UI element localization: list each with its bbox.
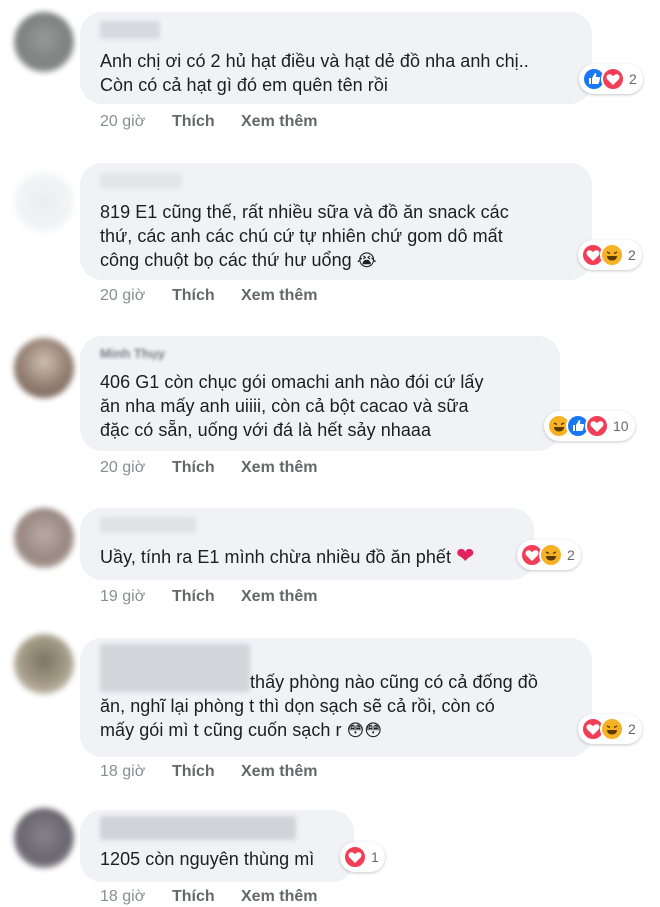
comment-text: Anh chị ơi có 2 hủ hạt điều và hạt dẻ đồ… (100, 51, 529, 95)
like-button[interactable]: Thích (172, 888, 241, 906)
reaction-summary[interactable]: 10 (544, 411, 635, 441)
comment-actions: 19 giờ Thích Xem thêm (100, 588, 317, 606)
comment-actions: 18 giờ Thích Xem thêm (100, 888, 317, 906)
timestamp[interactable]: 19 giờ (100, 588, 172, 606)
commenter-name[interactable] (100, 173, 182, 189)
reaction-count: 10 (613, 418, 629, 434)
reaction-summary[interactable]: 2 (579, 64, 643, 94)
timestamp[interactable]: 20 giờ (100, 113, 172, 131)
reaction-summary[interactable]: 2 (578, 240, 642, 270)
reaction-summary[interactable]: 2 (578, 714, 642, 744)
commenter-name[interactable]: Minh Thụy (100, 346, 165, 361)
haha-reaction-icon (600, 717, 624, 741)
commenter-name[interactable] (100, 816, 296, 840)
flushed-emoji-icon: 😳😳 (346, 721, 383, 741)
like-button[interactable]: Thích (172, 459, 241, 477)
haha-reaction-icon (600, 243, 624, 267)
comment: 819 E1 cũng thế, rất nhiều sữa và đồ ăn … (0, 160, 660, 310)
timestamp[interactable]: 20 giờ (100, 287, 172, 305)
comment-text: thấy phòng nào cũng có cả đống đồ ăn, ng… (100, 672, 538, 741)
see-more-button[interactable]: Xem thêm (241, 763, 317, 781)
haha-reaction-icon (539, 543, 563, 567)
comment-actions: 20 giờ Thích Xem thêm (100, 459, 317, 477)
comment-text: 819 E1 cũng thế, rất nhiều sữa và đồ ăn … (100, 202, 509, 271)
commenter-name[interactable] (100, 21, 160, 39)
see-more-button[interactable]: Xem thêm (241, 588, 317, 606)
reaction-count: 1 (371, 849, 379, 865)
like-button[interactable]: Thích (172, 588, 241, 606)
comment-bubble: thấy phòng nào cũng có cả đống đồ ăn, ng… (80, 638, 592, 757)
comment: thấy phòng nào cũng có cả đống đồ ăn, ng… (0, 628, 660, 788)
avatar[interactable] (14, 172, 74, 232)
avatar[interactable] (14, 12, 74, 72)
comment-text: Uầy, tính ra E1 mình chừa nhiều đồ ăn ph… (100, 544, 475, 569)
heart-emoji-icon: ❤ (456, 544, 475, 569)
comment: Uầy, tính ra E1 mình chừa nhiều đồ ăn ph… (0, 500, 660, 620)
comment-actions: 18 giờ Thích Xem thêm (100, 763, 317, 781)
see-more-button[interactable]: Xem thêm (241, 287, 317, 305)
comment-text: 1205 còn nguyên thùng mì (100, 849, 315, 869)
comment-bubble: Uầy, tính ra E1 mình chừa nhiều đồ ăn ph… (80, 508, 534, 580)
like-button[interactable]: Thích (172, 113, 241, 131)
love-reaction-icon (601, 67, 625, 91)
timestamp[interactable]: 18 giờ (100, 888, 172, 906)
comment-text: 406 G1 còn chục gói omachi anh nào đói c… (100, 372, 484, 440)
reaction-count: 2 (628, 721, 636, 737)
comment-actions: 20 giờ Thích Xem thêm (100, 287, 317, 305)
like-button[interactable]: Thích (172, 763, 241, 781)
avatar[interactable] (14, 338, 74, 398)
comment: Minh Thụy 406 G1 còn chục gói omachi anh… (0, 330, 660, 480)
like-button[interactable]: Thích (172, 287, 241, 305)
see-more-button[interactable]: Xem thêm (241, 459, 317, 477)
love-reaction-icon (343, 845, 367, 869)
comment-bubble: 819 E1 cũng thế, rất nhiều sữa và đồ ăn … (80, 163, 592, 280)
timestamp[interactable]: 18 giờ (100, 763, 172, 781)
avatar[interactable] (14, 808, 74, 868)
reaction-count: 2 (629, 71, 637, 87)
comment-bubble: 1205 còn nguyên thùng mì (80, 810, 354, 882)
reaction-count: 2 (567, 547, 575, 563)
crying-emoji-icon: 😭 (356, 251, 377, 271)
avatar[interactable] (14, 508, 74, 568)
comment-bubble: Minh Thụy 406 G1 còn chục gói omachi anh… (80, 336, 560, 451)
commenter-name[interactable] (100, 517, 196, 533)
comment: Anh chị ơi có 2 hủ hạt điều và hạt dẻ đồ… (0, 0, 660, 140)
avatar[interactable] (14, 634, 74, 694)
comment: 1205 còn nguyên thùng mì 1 18 giờ Thích … (0, 800, 660, 907)
reaction-summary[interactable]: 1 (340, 842, 385, 872)
love-reaction-icon (585, 414, 609, 438)
see-more-button[interactable]: Xem thêm (241, 888, 317, 906)
comment-bubble: Anh chị ơi có 2 hủ hạt điều và hạt dẻ đồ… (80, 12, 592, 104)
reaction-count: 2 (628, 247, 636, 263)
see-more-button[interactable]: Xem thêm (241, 113, 317, 131)
comment-actions: 20 giờ Thích Xem thêm (100, 113, 317, 131)
reaction-summary[interactable]: 2 (517, 540, 581, 570)
timestamp[interactable]: 20 giờ (100, 459, 172, 477)
